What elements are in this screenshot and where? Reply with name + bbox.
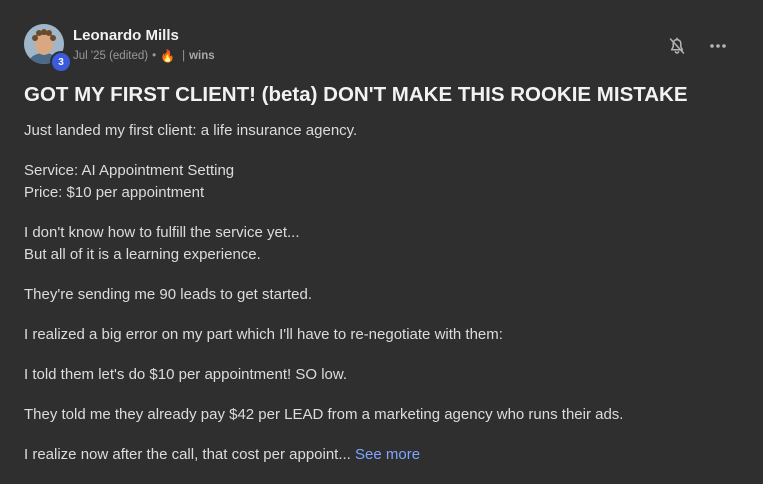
paragraph: Just landed my first client: a life insu… (24, 120, 744, 142)
paragraph-line: But all of it is a learning experience. (24, 246, 261, 263)
see-more-link[interactable]: See more (355, 446, 420, 463)
paragraph-truncated: I realize now after the call, that cost … (24, 444, 744, 466)
paragraph-line: They told me they already pay $42 per LE… (24, 406, 624, 423)
post-actions (667, 36, 727, 56)
paragraph-line: Price: $10 per appointment (24, 184, 205, 201)
post-date[interactable]: Jul '25 (edited) (73, 49, 148, 63)
more-horizontal-icon[interactable] (709, 36, 727, 56)
paragraph: Service: AI Appointment Setting Price: $… (24, 160, 744, 204)
fire-icon: 🔥 (160, 49, 176, 63)
paragraph: They told me they already pay $42 per LE… (24, 404, 744, 426)
paragraph-line: I realize now after the call, that cost … (24, 446, 351, 463)
post-body: Just landed my first client: a life insu… (24, 120, 744, 484)
bell-off-icon[interactable] (667, 36, 687, 56)
author-name[interactable]: Leonardo Mills (73, 26, 215, 46)
paragraph-line: Just landed my first client: a life insu… (24, 122, 358, 139)
paragraph-line: They're sending me 90 leads to get start… (24, 286, 313, 303)
post-header: 3 Leonardo Mills Jul '25 (edited) • 🔥 | … (24, 24, 215, 73)
separator-pipe: | (182, 50, 186, 62)
paragraph-line: Service: AI Appointment Setting (24, 162, 235, 179)
level-badge: 3 (50, 51, 72, 73)
paragraph: They're sending me 90 leads to get start… (24, 284, 744, 306)
post-card: 3 Leonardo Mills Jul '25 (edited) • 🔥 | … (0, 0, 763, 483)
paragraph: I realized a big error on my part which … (24, 324, 744, 346)
post-meta: Leonardo Mills Jul '25 (edited) • 🔥 | wi… (73, 24, 215, 63)
category-link[interactable]: wins (189, 49, 215, 63)
author-avatar-wrapper[interactable]: 3 (24, 24, 72, 73)
paragraph-line: I don't know how to fulfill the service … (24, 224, 300, 241)
separator-dot: • (152, 50, 157, 62)
paragraph-line: I told them let's do $10 per appointment… (24, 366, 348, 383)
post-title[interactable]: GOT MY FIRST CLIENT! (beta) DON'T MAKE T… (24, 81, 744, 109)
paragraph-line: I realized a big error on my part which … (24, 326, 503, 343)
paragraph: I don't know how to fulfill the service … (24, 222, 744, 266)
paragraph: I told them let's do $10 per appointment… (24, 364, 744, 386)
post-subline: Jul '25 (edited) • 🔥 | wins (73, 49, 215, 63)
